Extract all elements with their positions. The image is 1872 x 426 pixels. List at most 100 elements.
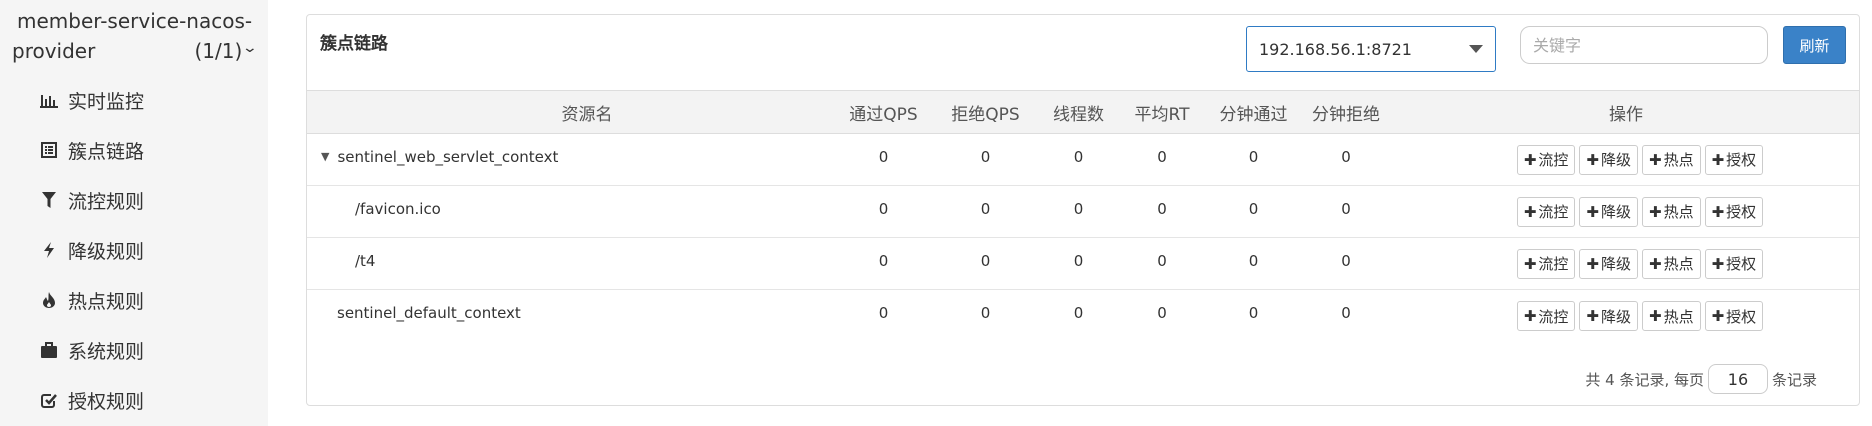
sidebar-item-system-rules[interactable]: 系统规则 [0,325,268,375]
pass-qps-cell: 0 [878,251,889,270]
plus-icon: ✚ [1649,202,1662,221]
plus-icon: ✚ [1649,307,1662,325]
keyword-search-input[interactable] [1520,26,1768,64]
add-auth-rule-button[interactable]: ✚ 授权 [1704,248,1764,279]
add-auth-rule-button[interactable]: ✚ 授权 [1704,196,1764,227]
add-flow-rule-button[interactable]: ✚ 流控 [1516,144,1576,175]
plus-icon: ✚ [1523,202,1537,221]
plus-icon: ✚ [1586,254,1599,273]
sidebar-item-label: 授权规则 [68,390,145,413]
minute-block-cell: 0 [1341,147,1351,166]
pager-prefix: 共 4 条记录, 每页 [1585,370,1704,389]
header-pass-qps: 通过QPS [849,104,918,125]
resource-name-cell[interactable]: ▼ sentinel_web_servlet_context [307,148,837,166]
sidebar-item-label: 实时监控 [68,90,145,113]
service-name-line1: member-service-nacos- [17,9,253,33]
resource-table: 资源名 通过QPS 拒绝QPS 线程数 平均RT 分钟通过 分钟拒绝 操作 ▼ … [307,90,1859,342]
plus-icon: ✚ [1586,150,1599,169]
chevron-down-icon[interactable]: ⌄ [242,33,258,63]
add-degrade-rule-label: 降级 [1600,255,1631,273]
add-auth-rule-button[interactable]: ✚ 授权 [1704,144,1764,175]
add-hot-rule-button[interactable]: ✚ 热点 [1642,301,1701,331]
avg-rt-cell: 0 [1157,304,1167,322]
minute-pass-cell: 0 [1248,251,1259,270]
add-auth-rule-label: 授权 [1726,203,1757,221]
table-row: ▼ sentinel_web_servlet_context 0 0 0 0 0… [307,134,1859,186]
list-icon [40,141,58,159]
thread-count-cell: 0 [1073,147,1084,166]
avg-rt-cell: 0 [1157,199,1167,218]
sidebar-nav: 实时监控 簇点链路 流控规则 降级规则 热点规则 系统规则 授权规则 [0,75,268,425]
sidebar-item-label: 流控规则 [68,190,145,213]
add-hot-rule-label: 热点 [1663,255,1694,273]
add-auth-rule-button[interactable]: ✚ 授权 [1704,301,1764,331]
pass-qps-cell: 0 [878,199,889,218]
pass-qps-cell: 0 [878,147,889,166]
add-flow-rule-label: 流控 [1538,255,1569,273]
sidebar-item-flow-rules[interactable]: 流控规则 [0,175,268,225]
add-flow-rule-button[interactable]: ✚ 流控 [1516,196,1576,227]
add-auth-rule-label: 授权 [1726,151,1757,169]
add-degrade-rule-label: 降级 [1600,307,1631,326]
add-hot-rule-label: 热点 [1663,203,1694,221]
minute-pass-cell: 0 [1248,304,1259,322]
add-flow-rule-button[interactable]: ✚ 流控 [1516,248,1576,279]
avg-rt-cell: 0 [1157,251,1167,270]
panel-title: 簇点链路 [320,34,388,54]
add-hot-rule-button[interactable]: ✚ 热点 [1642,196,1701,227]
table-row: sentinel_default_context 0 0 0 0 0 0 ✚ 流控… [307,290,1859,342]
instance-count: (1/1) [194,39,243,63]
plus-icon: ✚ [1523,150,1537,169]
operations-cell: ✚ 流控 ✚ 降级 ✚ 热点 ✚ 授权 [1393,248,1859,279]
add-hot-rule-button[interactable]: ✚ 热点 [1642,248,1701,279]
machine-select[interactable]: 192.168.56.1:8721 [1246,26,1496,72]
plus-icon: ✚ [1586,307,1599,325]
block-qps-cell: 0 [980,199,991,218]
block-qps-cell: 0 [980,147,991,166]
pager-suffix: 条记录 [1771,370,1817,389]
add-flow-rule-label: 流控 [1538,203,1569,221]
plus-icon: ✚ [1711,307,1725,325]
operations-cell: ✚ 流控 ✚ 降级 ✚ 热点 ✚ 授权 [1393,196,1859,227]
add-auth-rule-label: 授权 [1726,307,1757,326]
fire-icon [40,291,58,309]
sidebar-item-degrade-rules[interactable]: 降级规则 [0,225,268,275]
sidebar-item-label: 系统规则 [68,340,145,363]
refresh-button[interactable]: 刷新 [1783,26,1846,64]
table-row: /favicon.ico 0 0 0 0 0 0 ✚ 流控 ✚ 降级 ✚ 热点 ✚ 授权 [307,186,1859,238]
plus-icon: ✚ [1586,202,1599,221]
add-hot-rule-button[interactable]: ✚ 热点 [1642,144,1701,175]
sidebar-item-hot-rules[interactable]: 热点规则 [0,275,268,325]
sidebar-item-cluster-link[interactable]: 簇点链路 [0,125,268,175]
add-degrade-rule-button[interactable]: ✚ 降级 [1579,196,1638,227]
header-thread-count: 线程数 [1053,104,1104,125]
minute-block-cell: 0 [1341,304,1351,322]
add-flow-rule-label: 流控 [1538,151,1569,169]
plus-icon: ✚ [1523,307,1537,325]
header-minute-pass: 分钟通过 [1219,104,1288,125]
minute-block-cell: 0 [1341,251,1351,270]
cluster-link-panel: 簇点链路 192.168.56.1:8721 刷新 资源名 通过QPS 拒绝QP… [306,14,1860,406]
resource-name: sentinel_web_servlet_context [337,147,559,166]
sidebar-item-auth-rules[interactable]: 授权规则 [0,375,268,425]
resource-name: /t4 [355,251,376,270]
add-degrade-rule-button[interactable]: ✚ 降级 [1579,301,1638,331]
header-avg-rt: 平均RT [1134,104,1190,125]
sidebar-item-realtime-monitor[interactable]: 实时监控 [0,75,268,125]
add-degrade-rule-button[interactable]: ✚ 降级 [1579,144,1638,175]
service-header[interactable]: member-service-nacos- provider (1/1) ⌄ [12,6,258,66]
header-resource-name: 资源名 [561,104,613,125]
flash-icon [40,241,58,259]
header-operations: 操作 [1609,104,1643,125]
page-size-input[interactable] [1707,364,1768,394]
machine-select-value: 192.168.56.1:8721 [1259,39,1412,59]
block-qps-cell: 0 [980,251,991,270]
service-name-line2: provider [12,39,96,63]
resource-name: sentinel_default_context [337,304,521,322]
collapse-triangle-icon[interactable]: ▼ [321,150,329,163]
plus-icon: ✚ [1523,254,1537,273]
add-degrade-rule-button[interactable]: ✚ 降级 [1579,248,1638,279]
add-flow-rule-button[interactable]: ✚ 流控 [1516,301,1576,331]
check-square-icon [40,391,58,409]
filter-icon [40,191,58,209]
